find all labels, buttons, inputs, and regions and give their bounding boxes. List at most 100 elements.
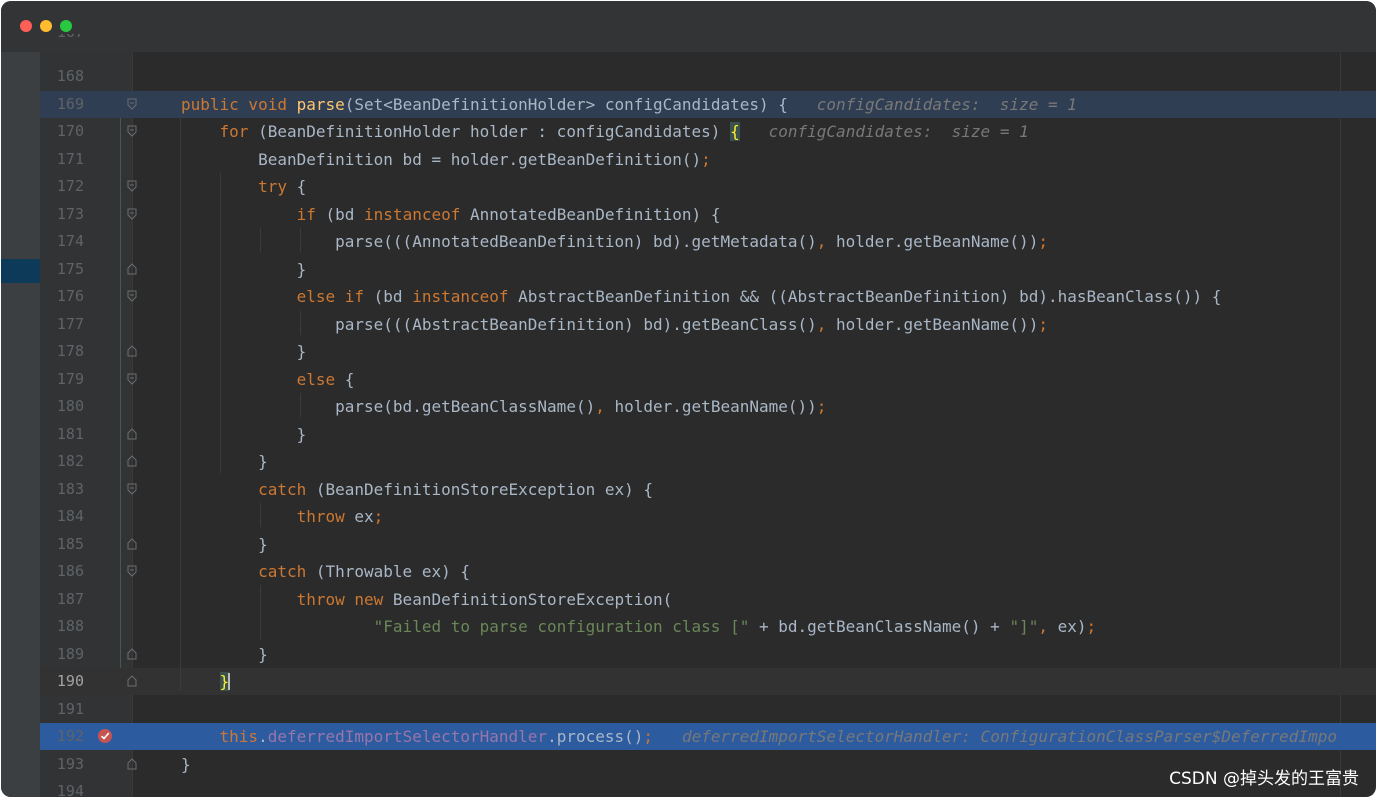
code-text[interactable]: try { [181, 177, 306, 196]
code-text[interactable]: } [181, 645, 268, 664]
fold-end-icon[interactable] [127, 427, 137, 440]
editor-line[interactable]: 180 parse(bd.getBeanClassName(), holder.… [40, 393, 1376, 420]
code-text[interactable]: } [181, 260, 307, 279]
editor-line[interactable]: 185 } [40, 531, 1376, 558]
editor-line[interactable]: 167 [40, 34, 1376, 48]
code-text[interactable]: } [181, 425, 307, 444]
code-text[interactable]: parse(((AbstractBeanDefinition) bd).getB… [181, 315, 1048, 334]
line-number[interactable]: 185 [40, 535, 84, 553]
code-text[interactable]: } [181, 672, 231, 691]
line-number[interactable]: 184 [40, 508, 84, 525]
line-number[interactable]: 193 [40, 755, 84, 773]
code-text[interactable]: } [181, 755, 191, 774]
code-text[interactable]: this.deferredImportSelectorHandler.proce… [181, 727, 1337, 746]
editor-line[interactable]: 168 [40, 63, 1376, 90]
fold-end-icon[interactable] [127, 345, 137, 357]
fold-end-icon[interactable] [127, 757, 137, 770]
editor-line[interactable]: 178 } [40, 338, 1376, 365]
editor-line[interactable]: 181 } [40, 421, 1376, 448]
code-text[interactable]: catch (BeanDefinitionStoreException ex) … [181, 480, 653, 499]
line-number[interactable]: 174 [40, 233, 84, 250]
line-number[interactable]: 176 [40, 288, 84, 305]
line-number[interactable]: 190 [40, 673, 84, 690]
code-text[interactable]: catch (Throwable ex) { [181, 562, 470, 581]
code-text[interactable]: else if (bd instanceof AbstractBeanDefin… [181, 287, 1222, 306]
editor-line[interactable]: 186 catch (Throwable ex) { [40, 558, 1376, 585]
code-text[interactable]: } [181, 535, 268, 554]
fold-collapse-icon[interactable] [127, 98, 137, 110]
line-number[interactable]: 169 [40, 95, 84, 113]
code-text[interactable]: } [181, 452, 268, 471]
editor-line[interactable]: 173 if (bd instanceof AnnotatedBeanDefin… [40, 201, 1376, 228]
code-text[interactable]: "Failed to parse configuration class [" … [181, 617, 1097, 636]
line-number[interactable]: 170 [40, 123, 84, 140]
fold-end-icon[interactable] [127, 647, 137, 660]
line-number[interactable]: 168 [40, 68, 84, 85]
line-number[interactable]: 172 [40, 178, 84, 195]
fold-collapse-icon[interactable] [127, 180, 137, 192]
line-number[interactable]: 171 [40, 150, 84, 168]
zoom-window-button[interactable] [60, 20, 72, 32]
editor-line[interactable]: 194 [40, 778, 1376, 798]
minimize-window-button[interactable] [40, 20, 52, 32]
editor-line[interactable]: 179 else { [40, 366, 1376, 393]
line-number[interactable]: 178 [40, 343, 84, 360]
line-number[interactable]: 177 [40, 315, 84, 333]
code-text[interactable]: else { [181, 369, 355, 389]
editor-line[interactable]: 172 try { [40, 173, 1376, 200]
code-token: else [181, 369, 345, 389]
code-text[interactable]: throw new BeanDefinitionStoreException( [181, 590, 673, 609]
editor-line[interactable]: 171 BeanDefinition bd = holder.getBeanDe… [40, 146, 1376, 173]
line-number[interactable]: 191 [40, 700, 84, 718]
fold-collapse-icon[interactable] [127, 290, 137, 302]
code-text[interactable]: throw ex; [181, 507, 384, 526]
line-number[interactable]: 189 [40, 645, 84, 663]
fold-end-icon[interactable] [127, 262, 137, 275]
code-text[interactable]: parse(bd.getBeanClassName(), holder.getB… [181, 397, 826, 416]
editor-line[interactable]: 170 for (BeanDefinitionHolder holder : c… [40, 118, 1376, 145]
editor-line[interactable]: 177 parse(((AbstractBeanDefinition) bd).… [40, 311, 1376, 338]
editor-line[interactable]: 187 throw new BeanDefinitionStoreExcepti… [40, 586, 1376, 613]
code-text[interactable]: if (bd instanceof AnnotatedBeanDefinitio… [181, 205, 721, 224]
fold-end-icon[interactable] [127, 675, 137, 687]
code-text[interactable]: BeanDefinition bd = holder.getBeanDefini… [181, 150, 711, 169]
line-number[interactable]: 183 [40, 480, 84, 498]
editor-line[interactable]: 169 public void parse(Set<BeanDefinitionH… [40, 90, 1376, 118]
editor-line[interactable]: 174 parse(((AnnotatedBeanDefinition) bd)… [40, 228, 1376, 255]
fold-end-icon[interactable] [127, 455, 137, 467]
code-text[interactable]: } [181, 342, 307, 361]
code-text[interactable]: for (BeanDefinitionHolder holder : confi… [181, 122, 1029, 141]
fold-collapse-icon[interactable] [127, 373, 137, 385]
line-number[interactable]: 187 [40, 590, 84, 608]
fold-collapse-icon[interactable] [127, 125, 137, 137]
line-number[interactable]: 181 [40, 425, 84, 443]
breakpoint-icon[interactable] [97, 728, 113, 744]
line-number[interactable]: 175 [40, 260, 84, 278]
line-number[interactable]: 192 [40, 728, 84, 745]
line-number[interactable]: 186 [40, 563, 84, 580]
editor-line[interactable]: 176 else if (bd instanceof AbstractBeanD… [40, 283, 1376, 310]
editor-line[interactable]: 175 } [40, 256, 1376, 283]
editor-line[interactable]: 184 throw ex; [40, 503, 1376, 530]
editor-line[interactable]: 191 [40, 696, 1376, 723]
close-window-button[interactable] [20, 20, 32, 32]
editor-line[interactable]: 183 catch (BeanDefinitionStoreException … [40, 476, 1376, 503]
fold-collapse-icon[interactable] [127, 565, 137, 577]
editor-line[interactable]: 182 } [40, 448, 1376, 475]
fold-end-icon[interactable] [127, 537, 137, 550]
code-text[interactable]: parse(((AnnotatedBeanDefinition) bd).get… [181, 232, 1048, 251]
editor-line[interactable]: 193} [40, 751, 1376, 778]
editor-line[interactable]: 188 "Failed to parse configuration class… [40, 613, 1376, 640]
line-number[interactable]: 173 [40, 205, 84, 223]
line-number[interactable]: 188 [40, 618, 84, 635]
editor-line[interactable]: 190 } [40, 668, 1376, 695]
line-number[interactable]: 179 [40, 370, 84, 388]
line-number[interactable]: 194 [40, 783, 84, 798]
fold-collapse-icon[interactable] [127, 208, 137, 220]
line-number[interactable]: 182 [40, 453, 84, 470]
editor-line[interactable]: 189 } [40, 641, 1376, 668]
line-number[interactable]: 180 [40, 398, 84, 415]
code-text[interactable]: public void parse(Set<BeanDefinitionHold… [181, 95, 1077, 114]
fold-collapse-icon[interactable] [127, 483, 137, 495]
editor-line[interactable]: 192 this.deferredImportSelectorHandler.p… [40, 723, 1376, 750]
